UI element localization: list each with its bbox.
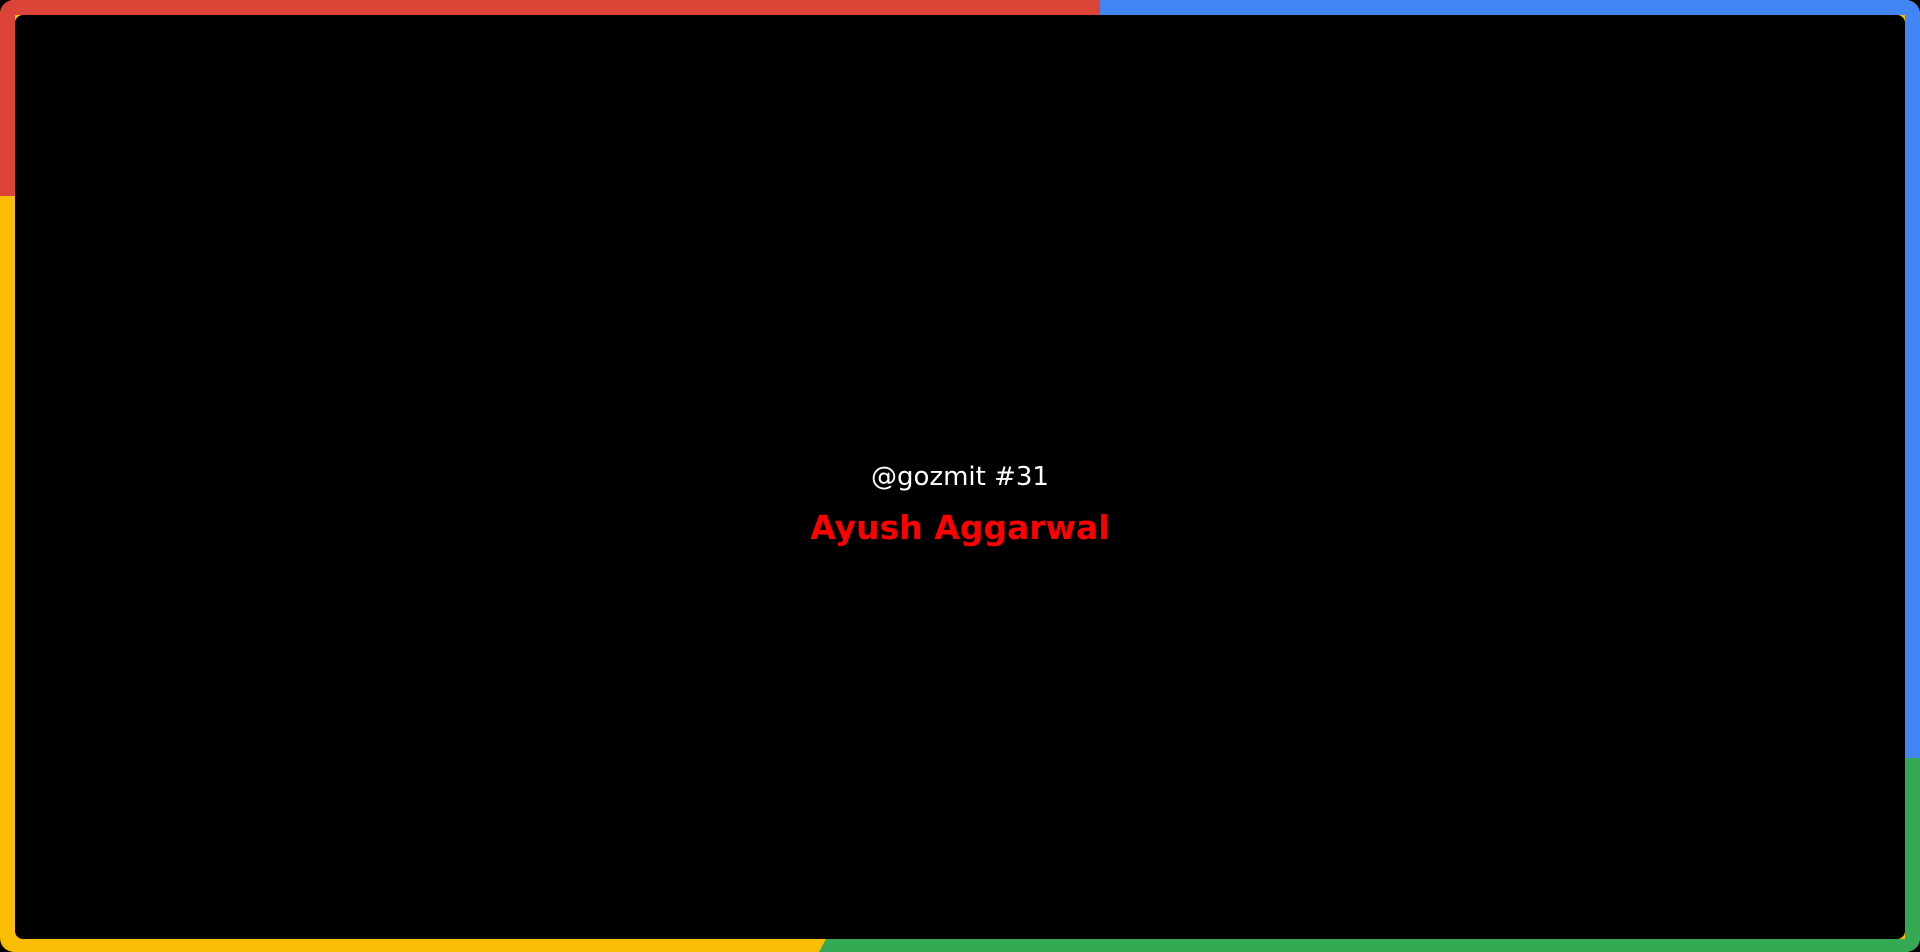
- multicolor-border-frame: @gozmit #31 Ayush Aggarwal: [0, 0, 1920, 952]
- user-name: Ayush Aggarwal: [810, 508, 1110, 547]
- identity-block: @gozmit #31 Ayush Aggarwal: [0, 460, 1920, 548]
- user-handle: @gozmit #31: [871, 462, 1049, 492]
